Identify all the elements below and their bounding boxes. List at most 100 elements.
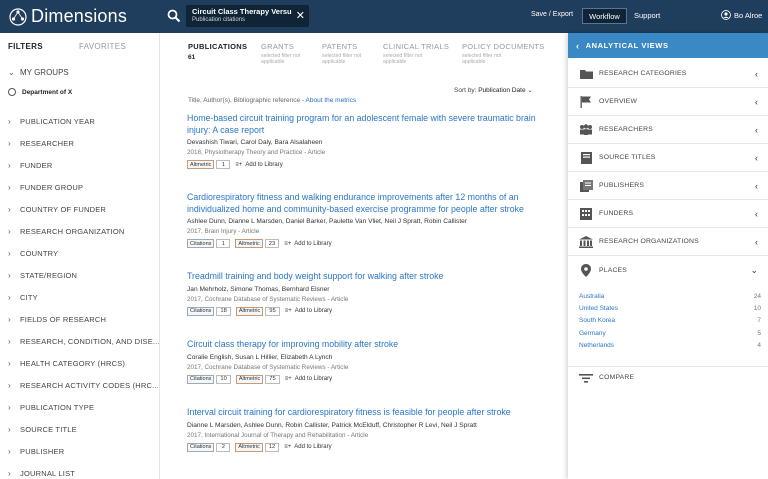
- filter-item-label: RESEARCH, CONDITION, AND DISE...: [20, 337, 160, 346]
- workflow-button[interactable]: Workflow: [582, 8, 627, 24]
- altmetric-badge[interactable]: Altmetric 12: [235, 442, 280, 452]
- filter-item[interactable]: › FUNDER GROUP: [8, 183, 83, 192]
- analytical-view-researchers[interactable]: RESEARCHERS ‹: [568, 116, 768, 144]
- add-to-library-button[interactable]: ≡+ Add to Library: [284, 241, 331, 247]
- citations-badge[interactable]: Citations 1: [187, 239, 231, 248]
- user-menu[interactable]: Bo Alroe: [721, 10, 762, 20]
- filter-item[interactable]: › RESEARCHER: [8, 139, 74, 148]
- query-title: Circuit Class Therapy Versus In...: [192, 7, 292, 16]
- tab-policy-documents[interactable]: POLICY DOCUMENTS selected filter not appl…: [462, 42, 545, 65]
- filter-item[interactable]: › PUBLISHER: [8, 447, 64, 456]
- result-badges: Citations 2 Altmetric 12 ≡+ Add to Library: [187, 442, 537, 452]
- result-title-link[interactable]: Circuit class therapy for improving mobi…: [187, 339, 537, 351]
- chevron-right-icon: ›: [8, 161, 11, 170]
- filter-item-label: RESEARCH ORGANIZATION: [20, 227, 125, 236]
- analytical-view-publishers[interactable]: PUBLISHERS ‹: [568, 172, 768, 200]
- result-authors: Coralie English, Susan L Hillier, Elizab…: [187, 353, 333, 361]
- place-item[interactable]: Netherlands 4: [579, 340, 761, 352]
- filter-item[interactable]: › PUBLICATION YEAR: [8, 117, 95, 126]
- close-icon[interactable]: ✕: [296, 9, 305, 22]
- tab-grants[interactable]: GRANTS selected filter not applicable: [261, 42, 317, 65]
- analytical-view-research-organizations[interactable]: RESEARCH ORGANIZATIONS ‹: [568, 228, 768, 256]
- sort-by-value: Publication Date: [478, 87, 526, 94]
- filter-item[interactable]: › RESEARCH, CONDITION, AND DISE...: [8, 337, 160, 346]
- filter-item[interactable]: › RESEARCH ACTIVITY CODES (HRC...: [8, 381, 159, 390]
- sort-by-control[interactable]: Sort by: Publication Date ⌄: [454, 86, 533, 94]
- place-item[interactable]: Germany 5: [579, 327, 761, 339]
- altmetric-badge[interactable]: Altmetric 75: [235, 374, 280, 384]
- citations-badge[interactable]: Citations 18: [187, 306, 231, 316]
- book-icon: [579, 151, 593, 164]
- add-to-library-button[interactable]: ≡+ Add to Library: [235, 162, 282, 168]
- analytical-view-funders[interactable]: FUNDERS ‹: [568, 200, 768, 228]
- filter-item[interactable]: › JOURNAL LIST: [8, 469, 75, 478]
- add-to-library-button[interactable]: ≡+ Add to Library: [284, 444, 331, 450]
- app-name: Dimensions: [31, 6, 128, 26]
- tab-publications[interactable]: PUBLICATIONS 61: [188, 42, 247, 61]
- analytical-view-source-titles[interactable]: SOURCE TITLES ‹: [568, 144, 768, 172]
- result-title-link[interactable]: Interval circuit training for cardioresp…: [187, 407, 537, 419]
- about-metrics-link[interactable]: About the metrics: [306, 97, 357, 104]
- analytical-view-label: FUNDERS: [599, 210, 634, 217]
- search-query-chip[interactable]: Circuit Class Therapy Versus In... Publi…: [186, 5, 309, 27]
- filter-item[interactable]: › PUBLICATION TYPE: [8, 403, 94, 412]
- place-item[interactable]: Australia 24: [579, 290, 761, 302]
- filter-item[interactable]: › SOURCE TITLE: [8, 425, 77, 434]
- add-to-library-button[interactable]: ≡+ Add to Library: [285, 376, 332, 382]
- place-item[interactable]: South Korea 7: [579, 315, 761, 327]
- search-icon[interactable]: [167, 9, 181, 23]
- analytical-view-overview[interactable]: OVERVIEW ‹: [568, 88, 768, 116]
- result-title-link[interactable]: Home-based circuit training program for …: [187, 113, 537, 136]
- add-library-icon: ≡+: [284, 444, 292, 450]
- group-option-department[interactable]: Department of X: [8, 88, 72, 96]
- tab-filters[interactable]: FILTERS: [8, 42, 43, 51]
- top-bar: Dimensions Circuit Class Therapy Versus …: [0, 0, 768, 33]
- add-to-library-button[interactable]: ≡+ Add to Library: [285, 308, 332, 314]
- altmetric-badge[interactable]: Altmetric 1: [187, 160, 231, 169]
- compare-button[interactable]: COMPARE: [568, 366, 768, 388]
- tab-favorites[interactable]: FAVORITES: [79, 42, 126, 51]
- analytical-views-header[interactable]: ‹ ANALYTICAL VIEWS: [568, 33, 768, 58]
- analytical-view-places[interactable]: PLACES ⌄: [568, 256, 768, 284]
- tab-clinical-trials[interactable]: CLINICAL TRIALS selected filter not appli…: [383, 42, 449, 65]
- result-title-link[interactable]: Cardiorespiratory fitness and walking en…: [187, 192, 537, 215]
- altmetric-badge[interactable]: Altmetric 23: [235, 239, 280, 248]
- filter-item[interactable]: › FUNDER: [8, 161, 52, 170]
- citations-badge[interactable]: Citations 10: [187, 374, 231, 384]
- tab-label: GRANTS: [261, 42, 295, 51]
- tab-patents[interactable]: PATENTS selected filter not applicable: [322, 42, 378, 65]
- filter-item[interactable]: › STATE/REGION: [8, 271, 77, 280]
- result-item: Treadmill training and body weight suppo…: [187, 271, 537, 316]
- user-name: Bo Alroe: [734, 10, 763, 20]
- filter-item[interactable]: › COUNTRY OF FUNDER: [8, 205, 106, 214]
- chevron-left-icon: ‹: [755, 68, 758, 79]
- place-name: Germany: [579, 329, 606, 337]
- filter-item[interactable]: › HEALTH CATEGORY (HRCS): [8, 359, 125, 368]
- chevron-right-icon: ›: [8, 315, 11, 324]
- filter-item-label: PUBLICATION YEAR: [20, 117, 96, 126]
- filter-item[interactable]: › RESEARCH ORGANIZATION: [8, 227, 125, 236]
- tab-label: CLINICAL TRIALS: [383, 42, 450, 51]
- dimensions-logo[interactable]: Dimensions: [9, 6, 127, 27]
- altmetric-count: 95: [265, 306, 280, 316]
- chevron-right-icon: ›: [8, 447, 11, 456]
- filter-item[interactable]: › COUNTRY: [8, 249, 58, 258]
- support-link[interactable]: Support: [634, 11, 660, 20]
- analytical-view-research-categories[interactable]: RESEARCH CATEGORIES ‹: [568, 60, 768, 88]
- chevron-down-icon: ⌄: [750, 264, 758, 275]
- place-count: 24: [753, 292, 761, 300]
- save-export-link[interactable]: Save / Export: [531, 11, 573, 18]
- chevron-right-icon: ›: [8, 227, 11, 236]
- compare-icon: [579, 372, 593, 384]
- result-title-link[interactable]: Treadmill training and body weight suppo…: [187, 271, 537, 283]
- filter-item-label: HEALTH CATEGORY (HRCS): [20, 359, 126, 368]
- filter-item[interactable]: › CITY: [8, 293, 38, 302]
- add-to-library-label: Add to Library: [294, 376, 333, 382]
- citations-badge[interactable]: Citations 2: [187, 442, 231, 452]
- altmetric-badge[interactable]: Altmetric 95: [235, 306, 280, 316]
- my-groups-toggle[interactable]: ⌄ MY GROUPS: [8, 68, 69, 77]
- analytical-views-panel: ‹ ANALYTICAL VIEWS RESEARCH CATEGORIES ‹ O…: [568, 33, 768, 479]
- place-item[interactable]: United States 10: [579, 302, 761, 314]
- citations-label: Citations: [187, 239, 215, 248]
- filter-item[interactable]: › FIELDS OF RESEARCH: [8, 315, 106, 324]
